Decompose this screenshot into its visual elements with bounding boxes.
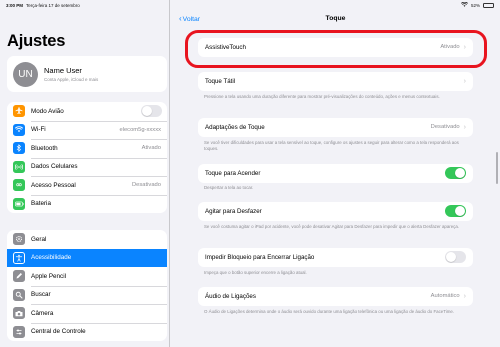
toque-para-acender-toggle[interactable] xyxy=(445,167,466,180)
toque-tatil-row[interactable]: Toque Tátil › xyxy=(198,72,473,91)
row-label: Agitar para Desfazer xyxy=(205,207,262,215)
sidebar-item-label: Buscar xyxy=(31,291,51,299)
bluetooth-status: Ativado xyxy=(141,145,161,152)
sidebar-item-camera[interactable]: Câmera xyxy=(7,304,167,323)
sidebar-item-label: Geral xyxy=(31,235,47,243)
impedir-description: Impeça que o botão superior encerre a li… xyxy=(204,270,307,275)
sidebar-item-bateria[interactable]: Bateria xyxy=(7,194,167,214)
agitar-card: Agitar para Desfazer xyxy=(198,202,473,221)
battery-percent: 52% xyxy=(470,2,480,8)
accessibility-icon xyxy=(13,251,25,264)
wifi-status-icon xyxy=(460,1,469,8)
sidebar-group-general: Geral Acessibilidade Apple Pencil Buscar… xyxy=(7,230,167,341)
toque-tatil-description: Pressione a tela usando uma duração dife… xyxy=(204,94,440,99)
sidebar-item-label: Apple Pencil xyxy=(31,272,67,280)
highlight-annotation xyxy=(185,30,487,68)
row-label: Áudio de Ligações xyxy=(205,292,256,300)
row-label: Impedir Bloqueio para Encerrar Ligação xyxy=(205,253,315,261)
sidebar-item-acesso-pessoal[interactable]: Acesso Pessoal Desativado xyxy=(7,176,167,195)
sidebar-item-label: Wi-Fi xyxy=(31,126,46,134)
profile-subtitle: Conta Apple, iCloud e mais xyxy=(44,77,99,82)
sidebar-item-label: Câmera xyxy=(31,309,54,317)
scrollbar[interactable] xyxy=(496,152,498,184)
sidebar-item-modo-aviao[interactable]: Modo Avião xyxy=(7,102,167,121)
status-bar: 3:00 PM Terça-feira 17 de setembro 52% xyxy=(0,0,500,10)
row-label: Toque para Acender xyxy=(205,169,261,177)
sidebar-item-apple-pencil[interactable]: Apple Pencil xyxy=(7,267,167,286)
wifi-icon xyxy=(13,123,25,136)
sidebar-item-acessibilidade[interactable]: Acessibilidade xyxy=(7,248,167,267)
audio-card: Áudio de Ligações Automático › xyxy=(198,287,473,306)
sidebar-title: Ajustes xyxy=(7,32,66,50)
sidebar-item-label: Bluetooth xyxy=(31,144,58,152)
impedir-card: Impedir Bloqueio para Encerrar Ligação xyxy=(198,248,473,267)
impedir-bloqueio-toggle[interactable] xyxy=(445,251,466,264)
cellular-icon xyxy=(13,160,25,173)
toque-acender-card: Toque para Acender xyxy=(198,164,473,183)
adaptacoes-de-toque-row[interactable]: Adaptações de Toque Desativado › xyxy=(198,118,473,137)
sidebar-item-label: Central de Controle xyxy=(31,328,86,336)
agitar-para-desfazer-row: Agitar para Desfazer xyxy=(198,202,473,221)
hotspot-status: Desativado xyxy=(131,182,161,189)
sidebar: Ajustes UN Name User Conta Apple, iCloud… xyxy=(0,0,170,347)
sidebar-item-bluetooth[interactable]: Bluetooth Ativado xyxy=(7,139,167,158)
toque-para-acender-row: Toque para Acender xyxy=(198,164,473,183)
row-label: Adaptações de Toque xyxy=(205,123,265,131)
battery-status-icon xyxy=(483,2,494,8)
sidebar-item-geral[interactable]: Geral xyxy=(7,230,167,249)
profile-card[interactable]: UN Name User Conta Apple, iCloud e mais xyxy=(7,56,167,92)
status-time: 3:00 PM xyxy=(6,2,24,8)
detail-pane: ‹ Voltar Toque AssistiveTouch Ativado › … xyxy=(171,0,500,347)
wifi-network-name: elecom5g-xxxxx xyxy=(119,126,161,133)
battery-icon xyxy=(13,197,25,210)
sidebar-item-buscar[interactable]: Buscar xyxy=(7,285,167,305)
profile-name: Name User xyxy=(44,66,82,75)
agitar-para-desfazer-toggle[interactable] xyxy=(445,205,466,218)
toque-tatil-card: Toque Tátil › xyxy=(198,72,473,91)
sidebar-item-dados-celulares[interactable]: Dados Celulares xyxy=(7,157,167,177)
sidebar-item-label: Bateria xyxy=(31,200,51,208)
sidebar-item-central-de-controle[interactable]: Central de Controle xyxy=(7,322,167,342)
search-icon xyxy=(13,288,25,301)
hotspot-icon xyxy=(13,179,25,192)
camera-icon xyxy=(13,307,25,320)
adaptacoes-status: Desativado xyxy=(430,124,460,131)
sidebar-item-label: Modo Avião xyxy=(31,107,64,115)
avatar: UN xyxy=(13,61,38,87)
chevron-right-icon: › xyxy=(463,123,466,131)
airplane-mode-toggle[interactable] xyxy=(141,105,162,118)
agitar-description: Se você costuma agitar o iPad por aciden… xyxy=(204,224,460,229)
page-title: Toque xyxy=(325,15,346,22)
airplane-icon xyxy=(13,105,25,118)
status-right: 52% xyxy=(460,1,494,8)
bluetooth-icon xyxy=(13,142,25,155)
navigation-bar: ‹ Voltar Toque xyxy=(171,10,500,28)
row-label: Toque Tátil xyxy=(205,77,236,85)
sidebar-item-label: Dados Celulares xyxy=(31,163,78,171)
audio-de-ligacoes-row[interactable]: Áudio de Ligações Automático › xyxy=(198,287,473,306)
gear-icon xyxy=(13,233,25,246)
adaptacoes-card: Adaptações de Toque Desativado › xyxy=(198,118,473,137)
adaptacoes-description: Se você tiver dificuldades para usar a t… xyxy=(204,140,459,152)
pencil-icon xyxy=(13,270,25,283)
status-date: Terça-feira 17 de setembro xyxy=(26,2,80,8)
audio-de-ligacoes-value: Automático xyxy=(430,293,460,300)
control-center-icon xyxy=(13,325,25,338)
sidebar-item-label: Acessibilidade xyxy=(31,254,72,262)
sidebar-item-wifi[interactable]: Wi-Fi elecom5g-xxxxx xyxy=(7,120,167,140)
audio-description: O Áudio de Ligações determina onde o áud… xyxy=(204,309,455,314)
impedir-bloqueio-row: Impedir Bloqueio para Encerrar Ligação xyxy=(198,248,473,267)
chevron-right-icon: › xyxy=(463,77,466,85)
chevron-right-icon: › xyxy=(463,292,466,300)
toque-acender-description: Despertar a tela ao tocar. xyxy=(204,185,254,190)
sidebar-item-label: Acesso Pessoal xyxy=(31,181,76,189)
sidebar-group-connectivity: Modo Avião Wi-Fi elecom5g-xxxxx Bluetoot… xyxy=(7,102,167,213)
